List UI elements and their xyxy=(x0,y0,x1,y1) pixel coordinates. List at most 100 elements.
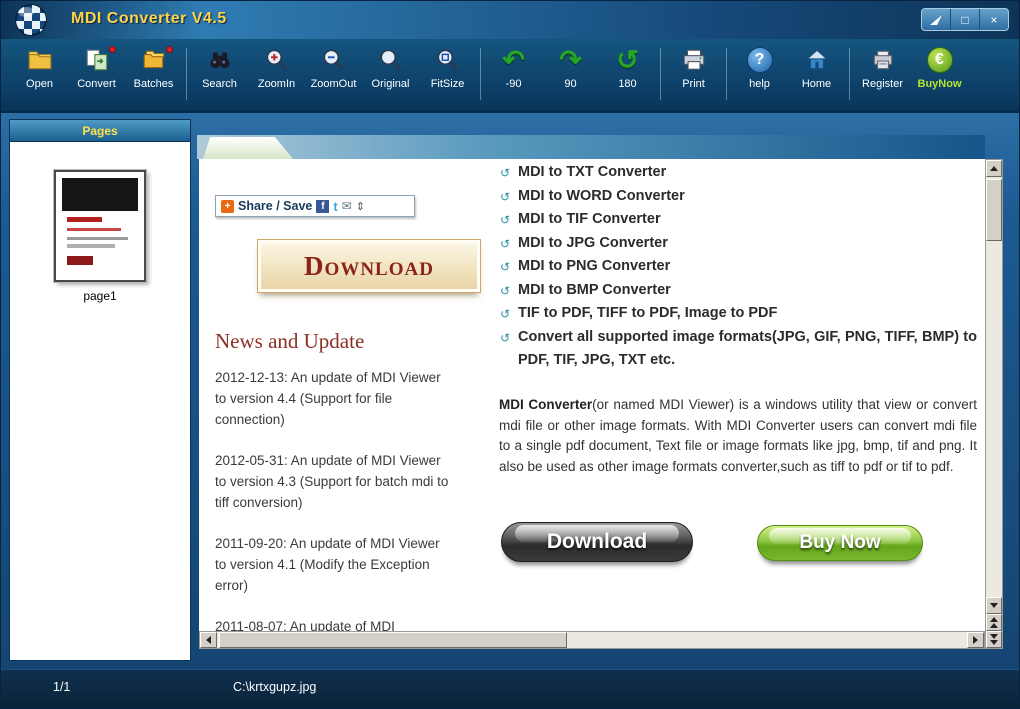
toolbar-label: 180 xyxy=(618,78,637,90)
previous-page-button[interactable] xyxy=(986,614,1002,631)
news-item: 2012-12-13: An update of MDI Viewer to v… xyxy=(215,370,441,427)
maximize-button[interactable]: □ xyxy=(951,9,980,30)
fit-size-button[interactable]: FitSize xyxy=(419,45,476,105)
home-icon xyxy=(801,45,833,75)
toolbar-label: Convert xyxy=(77,78,116,90)
rotate-90-button[interactable]: ↷ 90 xyxy=(542,45,599,105)
window-title: MDI Converter V4.5 xyxy=(71,10,227,27)
news-item: 2011-08-07: An update of MDI xyxy=(215,619,395,631)
vertical-scroll-thumb[interactable] xyxy=(986,179,1002,241)
thumbnail-art xyxy=(62,178,138,211)
toolbar-separator xyxy=(480,48,481,100)
feature-item: MDI to TXT Converter xyxy=(499,161,977,185)
toolbar-label: 90 xyxy=(564,78,577,90)
page-indicator: 1/1 xyxy=(53,680,71,694)
feature-item: MDI to TIF Converter xyxy=(499,208,977,232)
file-path: C:\krtxgupz.jpg xyxy=(233,680,317,694)
toolbar-label: -90 xyxy=(505,78,522,90)
binoculars-icon xyxy=(204,45,236,75)
share-save-widget[interactable]: + Share / Save f t ✉ ⇕ xyxy=(215,195,415,217)
feature-list: MDI to TXT Converter MDI to WORD Convert… xyxy=(499,161,977,373)
toolbar-label: Print xyxy=(682,78,705,90)
magnifier-icon xyxy=(375,45,407,75)
app-logo-icon xyxy=(13,2,49,38)
notification-dot xyxy=(166,46,173,53)
toolbar-separator xyxy=(186,48,187,100)
convert-button[interactable]: Convert xyxy=(68,45,125,105)
feature-item: MDI to BMP Converter xyxy=(499,279,977,302)
about-paragraph: MDI Converter(or named MDI Viewer) is a … xyxy=(499,397,977,474)
feature-item: MDI to PNG Converter xyxy=(499,255,977,279)
scroll-left-button[interactable] xyxy=(200,632,217,648)
register-icon xyxy=(867,45,899,75)
scroll-down-button[interactable] xyxy=(986,597,1002,614)
horizontal-scroll-track[interactable] xyxy=(217,632,967,648)
print-button[interactable]: Print xyxy=(665,45,722,105)
help-button[interactable]: ? help xyxy=(731,45,788,105)
feature-item: Convert all supported image formats(JPG,… xyxy=(499,326,977,373)
original-size-button[interactable]: Original xyxy=(362,45,419,105)
horizontal-scrollbar[interactable] xyxy=(199,631,985,649)
toolbar-label: Batches xyxy=(133,78,174,90)
search-button[interactable]: Search xyxy=(191,45,248,105)
toolbar-label: ZoomIn xyxy=(257,78,296,90)
open-folder-icon xyxy=(24,45,56,75)
zoom-in-button[interactable]: ZoomIn xyxy=(248,45,305,105)
buy-now-button[interactable]: € BuyNow xyxy=(911,45,968,105)
rotate-minus90-button[interactable]: ↶ -90 xyxy=(485,45,542,105)
euro-icon: € xyxy=(924,45,956,75)
fit-size-icon xyxy=(432,45,464,75)
feature-item: MDI to JPG Converter xyxy=(499,232,977,255)
batches-button[interactable]: Batches xyxy=(125,45,182,105)
scroll-up-button[interactable] xyxy=(986,160,1002,177)
title-bar[interactable]: MDI Converter V4.5 □ × xyxy=(1,1,1019,39)
minimize-button[interactable] xyxy=(922,9,951,30)
vertical-scrollbar[interactable] xyxy=(985,159,1003,649)
share-save-label: Share / Save xyxy=(238,199,313,213)
app-window: MDI Converter V4.5 □ × Open Convert Batc… xyxy=(0,0,1020,709)
home-button[interactable]: Home xyxy=(788,45,845,105)
printer-icon xyxy=(678,45,710,75)
facebook-icon: f xyxy=(316,199,330,213)
addthis-icon: + xyxy=(221,199,234,213)
news-list: 2012-12-13: An update of MDI Viewer to v… xyxy=(215,367,453,631)
horizontal-scroll-thumb[interactable] xyxy=(219,632,567,648)
pages-panel-header: Pages xyxy=(10,120,190,142)
page-thumbnail-label: page1 xyxy=(83,289,117,303)
zoom-in-icon xyxy=(261,45,293,75)
feature-item: MDI to WORD Converter xyxy=(499,185,977,208)
rotate-180-icon: ↺ xyxy=(616,44,639,75)
toolbar-label: Original xyxy=(371,78,410,90)
help-icon: ? xyxy=(744,45,776,75)
pages-panel: Pages page1 xyxy=(9,119,191,661)
toolbar-label: Open xyxy=(26,78,53,90)
rotate-180-button[interactable]: ↺ 180 xyxy=(599,45,656,105)
zoom-out-icon xyxy=(318,45,350,75)
toolbar-separator xyxy=(726,48,727,100)
toolbar-label: help xyxy=(749,78,770,90)
buy-now-glossy-button[interactable]: Buy Now xyxy=(757,525,923,561)
rotate-left-icon: ↶ xyxy=(502,44,525,75)
batch-folders-icon xyxy=(138,45,170,75)
download-glossy-button[interactable]: Download xyxy=(501,522,693,562)
next-page-button[interactable] xyxy=(986,631,1002,648)
scroll-right-button[interactable] xyxy=(967,632,984,648)
vertical-scroll-track[interactable] xyxy=(986,177,1002,597)
about-lead: MDI Converter xyxy=(499,397,593,412)
convert-icon xyxy=(81,45,113,75)
toolbar-label: Register xyxy=(862,78,903,90)
toolbar-separator xyxy=(660,48,661,100)
document-tab-strip xyxy=(197,135,985,159)
toolbar-label: Home xyxy=(801,78,832,90)
toolbar-separator xyxy=(849,48,850,100)
twitter-icon: t xyxy=(333,198,338,214)
feature-item: TIF to PDF, TIFF to PDF, Image to PDF xyxy=(499,302,977,326)
window-controls: □ × xyxy=(921,8,1009,31)
register-button[interactable]: Register xyxy=(854,45,911,105)
toolbar: Open Convert Batches Search ZoomIn ZoomO… xyxy=(1,39,1019,113)
close-button[interactable]: × xyxy=(980,9,1008,30)
open-button[interactable]: Open xyxy=(11,45,68,105)
download-box-button[interactable]: Download xyxy=(257,239,481,293)
zoom-out-button[interactable]: ZoomOut xyxy=(305,45,362,105)
page-thumbnail[interactable] xyxy=(53,169,147,283)
